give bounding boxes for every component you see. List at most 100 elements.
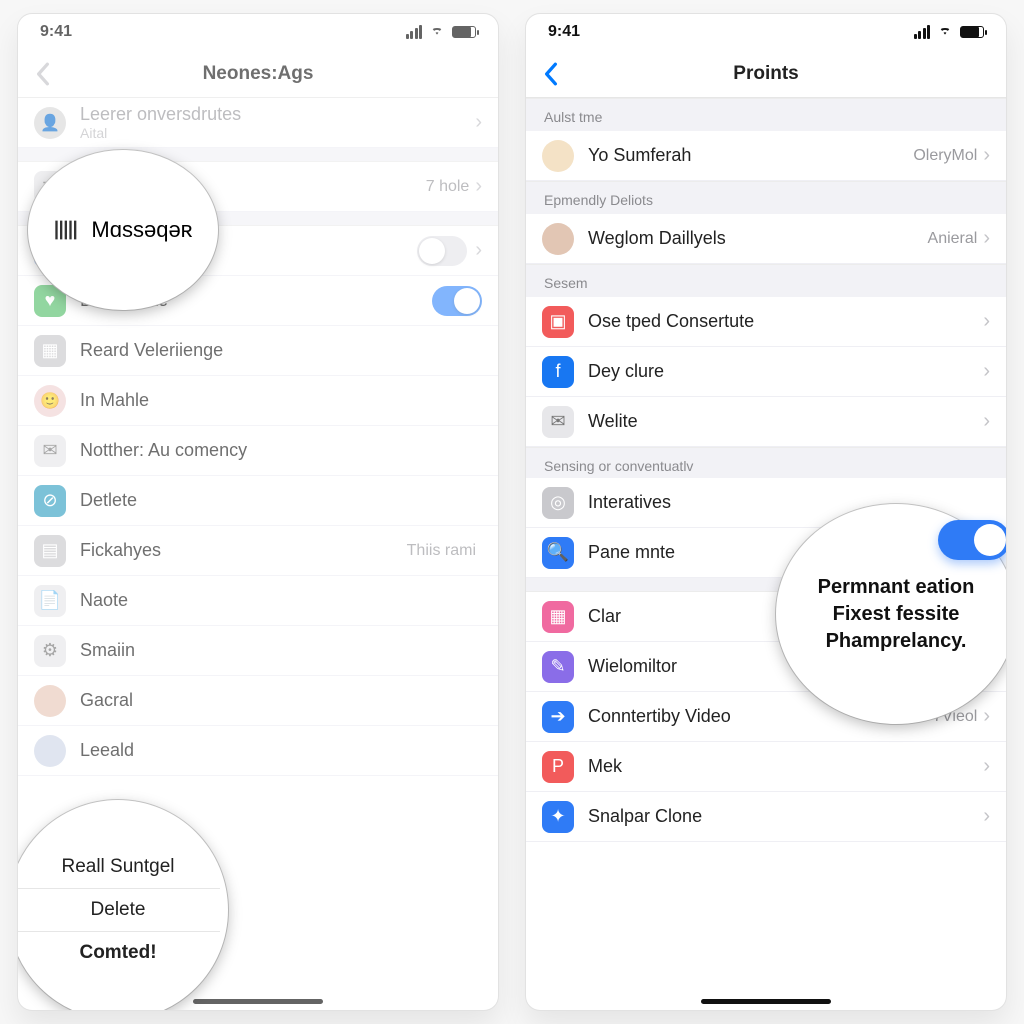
- row-label: Smaiin: [80, 640, 482, 661]
- list-item[interactable]: ⊘ Detlete: [18, 476, 498, 526]
- chevron-right-icon: ›: [475, 175, 482, 198]
- row-detail: Thiis rami: [407, 542, 476, 560]
- chevron-right-icon: ›: [983, 144, 990, 167]
- row-label: Leeald: [80, 740, 482, 761]
- list-item[interactable]: ✦ Snalpar Clone ›: [526, 792, 1006, 842]
- chevron-right-icon: ›: [475, 239, 482, 262]
- callout-line: Permnant eation: [818, 574, 975, 601]
- section-header: Sensing or conventuatlv: [526, 447, 1006, 478]
- toggle[interactable]: [432, 286, 482, 316]
- row-label: Snalpar Clone: [588, 806, 983, 827]
- row-label: Reard Veleriienge: [80, 340, 482, 361]
- list-item[interactable]: 🙂 In Mahle: [18, 376, 498, 426]
- nav-title: Neones:Ags: [203, 63, 314, 85]
- section-header: Epmendly Deliots: [526, 181, 1006, 214]
- row-label: Welite: [588, 411, 983, 432]
- chevron-right-icon: ›: [983, 410, 990, 433]
- callout-menu: Reall Suntgel Delete Comted!: [18, 800, 228, 1010]
- row-label: Mek: [588, 756, 983, 777]
- battery-icon: [452, 26, 476, 38]
- section-header: Sesem: [526, 264, 1006, 297]
- row-label: Gacral: [80, 690, 482, 711]
- floating-toggle[interactable]: [938, 520, 1006, 560]
- battery-icon: [960, 26, 984, 38]
- cellular-icon: [406, 25, 423, 39]
- list-item[interactable]: ⚙ Smaiin: [18, 626, 498, 676]
- home-indicator: [193, 999, 323, 1004]
- list-item[interactable]: 👤 Leerer onversdrutes Aital ›: [18, 98, 498, 148]
- list-item[interactable]: ▤ Fickahyes Thiis rami: [18, 526, 498, 576]
- row-detail: OleryMol: [913, 147, 977, 165]
- facebook-icon: f: [542, 356, 574, 388]
- menu-item[interactable]: Reall Suntgel: [18, 846, 220, 888]
- toggle[interactable]: [417, 236, 467, 266]
- gear-icon: ⚙: [34, 635, 66, 667]
- list-item[interactable]: ✉ Notther: Au comency: [18, 426, 498, 476]
- chevron-right-icon: ›: [983, 360, 990, 383]
- arrow-right-icon: ➔: [542, 701, 574, 733]
- list-item[interactable]: f Dey clure ›: [526, 347, 1006, 397]
- row-label: Dey clure: [588, 361, 983, 382]
- status-time: 9:41: [548, 23, 580, 41]
- wifi-icon: [936, 23, 954, 42]
- row-label: Notther: Au comency: [80, 440, 482, 461]
- chevron-right-icon: ›: [983, 755, 990, 778]
- phone-right: 9:41 Proints Aulst tme Yo Sumferah Olery…: [526, 14, 1006, 1010]
- avatar: [34, 735, 66, 767]
- avatar: [542, 140, 574, 172]
- nav-bar: Proints: [526, 50, 1006, 98]
- status-bar: 9:41: [18, 14, 498, 50]
- list-item[interactable]: ▣ Ose tped Consertute ›: [526, 297, 1006, 347]
- mail-icon: ✉: [542, 406, 574, 438]
- person-icon: 🙂: [34, 385, 66, 417]
- status-bar: 9:41: [526, 14, 1006, 50]
- star-icon: ✦: [542, 801, 574, 833]
- pinterest-icon: P: [542, 751, 574, 783]
- callout-line: Phamprelancy.: [826, 628, 967, 655]
- search-icon: 🔍: [542, 537, 574, 569]
- gear-icon: ◎: [542, 487, 574, 519]
- nav-title: Proints: [733, 63, 798, 85]
- row-label: Leerer onversdrutes: [80, 104, 475, 125]
- chevron-right-icon: ›: [983, 705, 990, 728]
- avatar: [542, 223, 574, 255]
- person-icon: 👤: [34, 107, 66, 139]
- list-item[interactable]: P Mek ›: [526, 742, 1006, 792]
- chevron-right-icon: ›: [983, 310, 990, 333]
- callout-line: Fixest fessite: [833, 601, 960, 628]
- list-item[interactable]: Gacral: [18, 676, 498, 726]
- row-label: Yo Sumferah: [588, 145, 913, 166]
- pen-icon: ✎: [542, 651, 574, 683]
- list-item[interactable]: Weglom Daillyels Anieral ›: [526, 214, 1006, 264]
- callout-messages: Mɑssəqəʀ: [28, 150, 218, 310]
- home-indicator: [701, 999, 831, 1004]
- chevron-right-icon: ›: [983, 805, 990, 828]
- list-item[interactable]: Leeald: [18, 726, 498, 776]
- menu-item-delete[interactable]: Delete: [18, 888, 220, 931]
- row-sublabel: Aital: [80, 125, 475, 141]
- avatar: [34, 685, 66, 717]
- row-label: In Mahle: [80, 390, 482, 411]
- row-detail: 7 hole: [426, 178, 470, 196]
- status-icons: [914, 23, 985, 42]
- menu-item[interactable]: Comted!: [18, 931, 220, 974]
- chevron-right-icon: ›: [983, 227, 990, 250]
- row-label: Ose tped Consertute: [588, 311, 983, 332]
- nav-bar: Neones:Ags: [18, 50, 498, 98]
- barcode-icon: [53, 210, 81, 250]
- back-button[interactable]: [28, 50, 58, 97]
- app-icon: ▣: [542, 306, 574, 338]
- note-icon: 📄: [34, 585, 66, 617]
- callout-label: Mɑssəqəʀ: [91, 217, 192, 243]
- phone-left: 9:41 Neones:Ags 👤 Leerer onversdrutes Ai…: [18, 14, 498, 1010]
- wifi-icon: [428, 23, 446, 42]
- list-item[interactable]: 📄 Naote: [18, 576, 498, 626]
- list-item[interactable]: Yo Sumferah OleryMol ›: [526, 131, 1006, 181]
- calendar-icon: ▦: [542, 601, 574, 633]
- list-item[interactable]: ▦ Reard Veleriienge: [18, 326, 498, 376]
- list-item[interactable]: ✉ Welite ›: [526, 397, 1006, 447]
- row-label: Detlete: [80, 490, 482, 511]
- section-header: Aulst tme: [526, 98, 1006, 131]
- row-label: Naote: [80, 590, 482, 611]
- back-button[interactable]: [536, 50, 566, 97]
